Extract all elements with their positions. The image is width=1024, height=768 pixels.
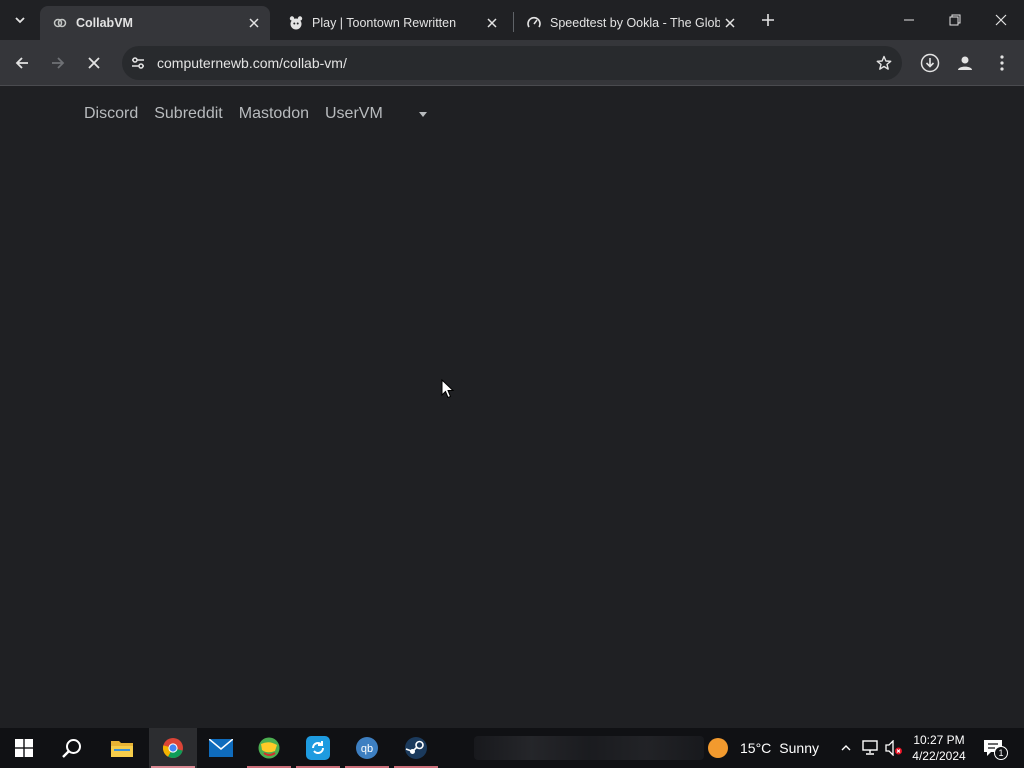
minimize-button[interactable] (886, 0, 932, 40)
toontown-icon (288, 15, 304, 31)
blurred-region (474, 736, 704, 760)
close-icon (995, 14, 1007, 26)
file-explorer-icon (111, 741, 133, 757)
refresh-app-icon (306, 736, 330, 760)
chrome-icon (162, 738, 183, 759)
close-tab-icon[interactable] (720, 13, 740, 33)
start-button[interactable] (0, 728, 48, 768)
tab-title: CollabVM (76, 16, 133, 30)
page-content: Discord Subreddit Mastodon UserVM (0, 87, 1024, 728)
close-icon (88, 57, 100, 69)
speedtest-icon (526, 15, 542, 31)
chevron-up-icon (841, 745, 851, 751)
weather-temp: 15°C (740, 740, 772, 756)
tab-collabvm[interactable]: CollabVM (40, 6, 270, 40)
nav-link-uservm[interactable]: UserVM (325, 105, 383, 123)
volume-button[interactable] (884, 728, 904, 768)
action-center-button[interactable]: 1 (980, 736, 1008, 760)
nav-link-mastodon[interactable]: Mastodon (239, 105, 309, 123)
globe-app-icon (258, 737, 280, 759)
browser-menu-button[interactable] (988, 49, 1016, 77)
close-window-button[interactable] (978, 0, 1024, 40)
plus-icon (762, 14, 774, 26)
taskbar-steam[interactable] (392, 728, 440, 768)
windows-taskbar: qb 15°C Sunny 10:27 PM 4/22/2024 1 (0, 728, 1024, 768)
clock-date: 4/22/2024 (912, 749, 966, 763)
taskbar-refresh-app[interactable] (294, 728, 342, 768)
kebab-menu-icon (1000, 55, 1004, 71)
taskbar-mail[interactable] (197, 728, 245, 768)
dropdown-caret-icon[interactable] (418, 111, 427, 117)
tab-title: Speedtest by Ookla - The Glob (550, 16, 720, 30)
start-icon (15, 739, 33, 757)
address-bar[interactable]: computernewb.com/collab-vm/ (122, 46, 902, 80)
forward-button[interactable] (44, 49, 72, 77)
close-tab-icon[interactable] (482, 13, 502, 33)
site-nav: Discord Subreddit Mastodon UserVM (84, 105, 427, 123)
volume-muted-icon (885, 740, 902, 756)
system-clock[interactable]: 10:27 PM 4/22/2024 (904, 732, 974, 764)
taskbar-chrome[interactable] (149, 728, 197, 768)
arrow-right-icon (52, 57, 65, 69)
clock-time: 10:27 PM (913, 733, 965, 747)
qbittorrent-icon: qb (356, 737, 378, 759)
tab-strip: CollabVM Play | Toontown Rewritten Speed… (0, 0, 1024, 40)
taskbar-globe-app[interactable] (245, 728, 293, 768)
sun-icon (708, 738, 728, 758)
show-hidden-icons-button[interactable] (836, 728, 856, 768)
notification-count-badge: 1 (994, 746, 1008, 760)
taskbar-file-explorer[interactable] (98, 728, 146, 768)
network-icon (862, 740, 878, 755)
restore-button[interactable] (932, 0, 978, 40)
steam-icon (405, 737, 427, 759)
chevron-down-icon (15, 17, 25, 24)
downloads-button[interactable] (916, 49, 944, 77)
mouse-cursor-icon (441, 378, 455, 404)
tab-title: Play | Toontown Rewritten (312, 16, 457, 30)
tab-search-button[interactable] (8, 8, 32, 32)
restore-icon (949, 14, 961, 26)
url-text[interactable]: computernewb.com/collab-vm/ (157, 55, 870, 71)
network-button[interactable] (860, 728, 882, 768)
svg-text:qb: qb (361, 743, 373, 755)
back-button[interactable] (8, 49, 36, 77)
collabvm-icon (52, 15, 68, 31)
site-info-icon[interactable] (124, 49, 152, 77)
taskbar-qbittorrent[interactable]: qb (343, 728, 391, 768)
tab-speedtest[interactable]: Speedtest by Ookla - The Glob (514, 6, 746, 40)
nav-link-discord[interactable]: Discord (84, 105, 138, 123)
bookmark-star-icon[interactable] (870, 49, 898, 77)
new-tab-button[interactable] (756, 8, 780, 32)
search-icon (62, 739, 81, 758)
weather-widget[interactable]: 15°C Sunny (708, 728, 819, 768)
browser-toolbar: computernewb.com/collab-vm/ (0, 40, 1024, 86)
tab-toontown[interactable]: Play | Toontown Rewritten (276, 6, 508, 40)
arrow-left-icon (15, 57, 28, 69)
download-icon (920, 53, 940, 73)
stop-loading-button[interactable] (80, 49, 108, 77)
weather-condition: Sunny (779, 740, 819, 756)
profile-button[interactable] (951, 49, 979, 77)
mail-icon (209, 739, 233, 757)
close-tab-icon[interactable] (244, 13, 264, 33)
minimize-icon (904, 19, 914, 21)
taskbar-search-button[interactable] (48, 728, 96, 768)
nav-link-subreddit[interactable]: Subreddit (154, 105, 223, 123)
profile-icon (958, 56, 972, 70)
